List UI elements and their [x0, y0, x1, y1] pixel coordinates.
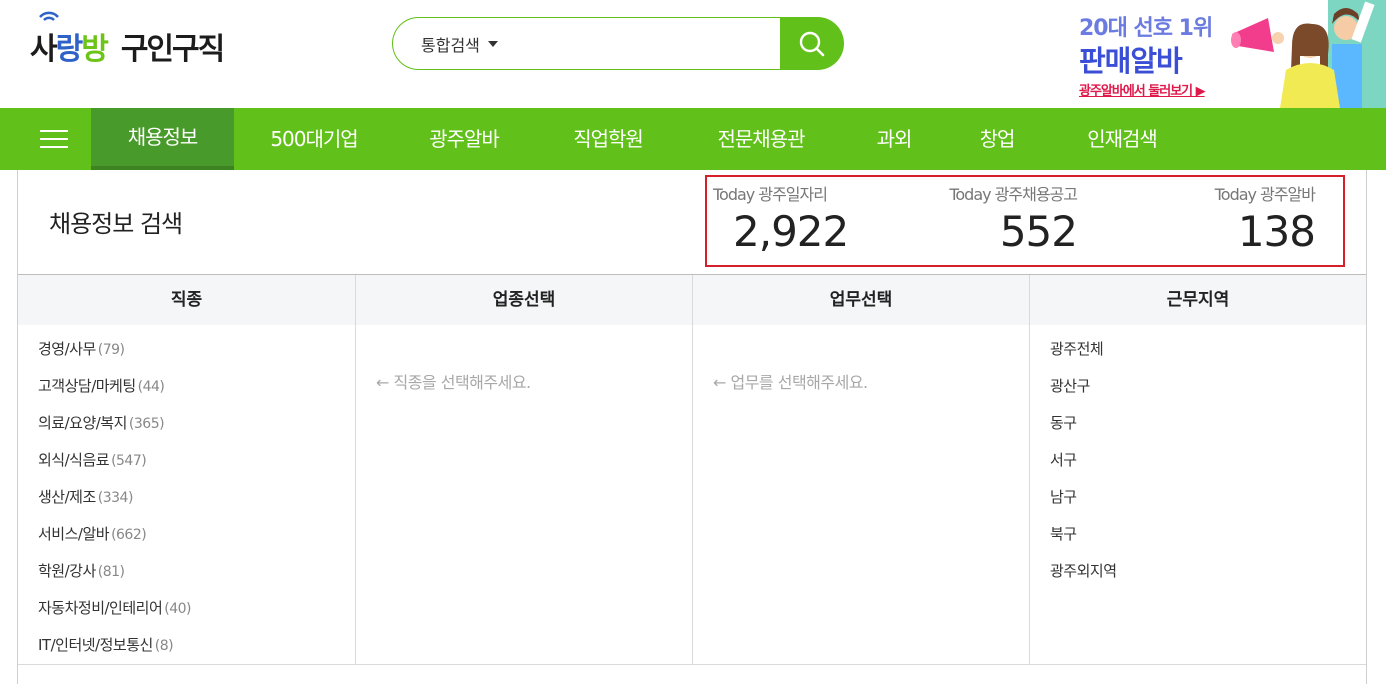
logo-sub-text: 구인구직 — [120, 32, 225, 67]
banner-line2: 판매알바 — [1079, 44, 1183, 78]
stat-label: Today 광주채용공고 — [949, 185, 1078, 204]
job-item[interactable]: 의료/요양/복지 (365) — [18, 405, 355, 442]
job-item[interactable]: 경영/사무 (79) — [18, 331, 355, 368]
stat-value: 552 — [999, 207, 1078, 256]
region-column: 근무지역 광주전체 광산구 동구 서구 남구 북구 광주외지역 — [1029, 275, 1366, 664]
site-logo[interactable]: 사랑방 구인구직 — [30, 11, 225, 68]
wifi-icon — [39, 11, 59, 21]
ad-banner[interactable]: 20대 선호 1위 판매알바 광주알바에서 둘러보기 ▶ — [1066, 0, 1386, 108]
region-item[interactable]: 광주전체 — [1030, 331, 1366, 368]
search-input[interactable]: 통합검색 — [392, 17, 792, 70]
industry-hint: ← 직종을 선택해주세요. — [376, 373, 531, 392]
region-item[interactable]: 북구 — [1030, 516, 1366, 553]
industry-column-header: 업종선택 — [356, 275, 692, 325]
page-title: 채용정보 검색 — [49, 210, 183, 238]
banner-link[interactable]: 광주알바에서 둘러보기 ▶ — [1079, 80, 1206, 99]
search-bar: 통합검색 — [392, 17, 844, 70]
job-item[interactable]: IT/인터넷/정보통신 (8) — [18, 627, 355, 664]
region-item[interactable]: 서구 — [1030, 442, 1366, 479]
banner-illustration — [1231, 0, 1386, 108]
caret-down-icon — [487, 41, 498, 47]
today-stats: Today 광주일자리 2,922 Today 광주채용공고 552 Today… — [705, 175, 1345, 267]
nav-item-talent[interactable]: 인재검색 — [1067, 108, 1177, 170]
job-item[interactable]: 서비스/알바 (662) — [18, 516, 355, 553]
nav-item-startup[interactable]: 창업 — [965, 108, 1029, 170]
duty-column: 업무선택 ← 업무를 선택해주세요. — [692, 275, 1029, 664]
search-panel: 채용정보 검색 Today 광주일자리 2,922 Today 광주채용공고 5… — [17, 170, 1367, 684]
main-nav: 채용정보 500대기업 광주알바 직업학원 전문채용관 과외 창업 인재검색 — [0, 108, 1386, 170]
region-item[interactable]: 남구 — [1030, 479, 1366, 516]
region-item[interactable]: 광산구 — [1030, 368, 1366, 405]
job-item[interactable]: 외식/식음료 (547) — [18, 442, 355, 479]
job-list: 경영/사무 (79) 고객상담/마케팅 (44) 의료/요양/복지 (365) 외식/… — [18, 325, 355, 664]
region-column-header: 근무지역 — [1030, 275, 1366, 325]
menu-icon[interactable] — [40, 127, 68, 151]
filter-columns: 직종 경영/사무 (79) 고객상담/마케팅 (44) 의료/요양/복지 (365) … — [18, 275, 1366, 664]
nav-item-recruit[interactable]: 채용정보 — [91, 108, 234, 170]
search-button[interactable] — [780, 17, 844, 70]
job-column-header: 직종 — [18, 275, 355, 325]
job-item[interactable]: 고객상담/마케팅 (44) — [18, 368, 355, 405]
stat-jobs: Today 광주일자리 2,922 — [713, 181, 849, 256]
divider — [18, 664, 1366, 665]
nav-item-expert[interactable]: 전문채용관 — [697, 108, 825, 170]
logo-brand-text: 사랑방 — [30, 11, 109, 68]
stat-alba: Today 광주알바 138 — [1187, 181, 1316, 256]
nav-item-gwangju-alba[interactable]: 광주알바 — [410, 108, 518, 170]
job-item[interactable]: 자동차정비/인테리어 (40) — [18, 590, 355, 627]
duty-column-header: 업무선택 — [693, 275, 1029, 325]
stat-value: 2,922 — [733, 207, 849, 256]
stat-postings: Today 광주채용공고 552 — [933, 181, 1078, 256]
industry-column: 업종선택 ← 직종을 선택해주세요. — [355, 275, 692, 664]
region-item[interactable]: 광주외지역 — [1030, 553, 1366, 590]
job-column: 직종 경영/사무 (79) 고객상담/마케팅 (44) 의료/요양/복지 (365) … — [18, 275, 355, 664]
search-category-select[interactable]: 통합검색 — [421, 32, 498, 56]
stat-label: Today 광주일자리 — [713, 185, 828, 204]
region-list: 광주전체 광산구 동구 서구 남구 북구 광주외지역 — [1030, 325, 1366, 590]
nav-item-academy[interactable]: 직업학원 — [553, 108, 663, 170]
job-item[interactable]: 학원/강사 (81) — [18, 553, 355, 590]
site-header: 사랑방 구인구직 통합검색 20대 선호 1위 판매알바 광주알바에서 둘러보기… — [0, 0, 1386, 108]
search-category-label: 통합검색 — [421, 36, 480, 55]
stat-label: Today 광주알바 — [1214, 185, 1316, 204]
duty-hint: ← 업무를 선택해주세요. — [713, 373, 868, 392]
search-icon — [799, 31, 825, 56]
region-item[interactable]: 동구 — [1030, 405, 1366, 442]
job-item[interactable]: 생산/제조 (334) — [18, 479, 355, 516]
stat-value: 138 — [1237, 207, 1316, 256]
nav-item-tutoring[interactable]: 과외 — [862, 108, 926, 170]
nav-item-top500[interactable]: 500대기업 — [252, 108, 376, 170]
